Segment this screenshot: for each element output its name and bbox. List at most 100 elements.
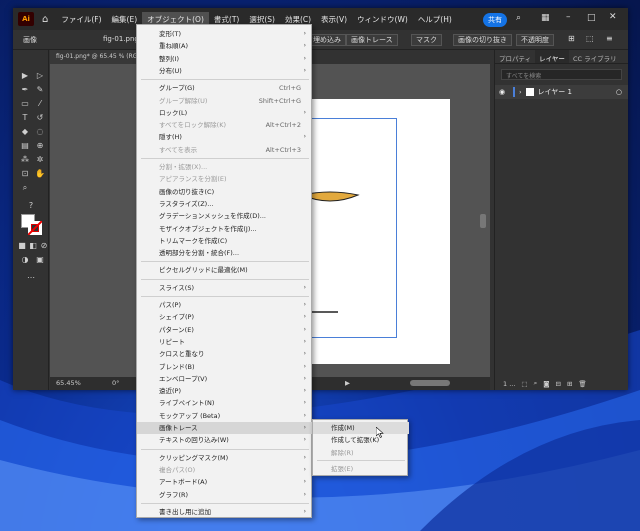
rectangle-tool-icon[interactable]: ▭: [19, 98, 31, 110]
object-menu-item[interactable]: 分割・拡張(X)...: [137, 161, 313, 173]
mesh-tool-icon[interactable]: ⊕: [34, 140, 46, 152]
zoom-tool-icon[interactable]: ⌕: [19, 182, 31, 194]
object-menu-item[interactable]: モザイクオブジェクトを作成(J)...: [137, 223, 313, 235]
object-menu-item[interactable]: ブレンド(B) ›: [137, 361, 313, 373]
trace-submenu-item[interactable]: 作成(M): [313, 422, 409, 434]
maximize-icon[interactable]: □: [587, 13, 596, 23]
object-menu-item[interactable]: テキストの回り込み(W) ›: [137, 434, 313, 446]
trace-submenu-item[interactable]: 拡張(E): [313, 463, 409, 475]
object-menu-item[interactable]: 分布(U) ›: [137, 65, 313, 77]
object-menu-item[interactable]: アートボード(A) ›: [137, 476, 313, 488]
search-icon[interactable]: ⌕: [516, 13, 521, 23]
trace-submenu-item[interactable]: 作成して拡張(K): [313, 434, 409, 446]
object-menu-item[interactable]: シェイプ(P) ›: [137, 311, 313, 323]
horizontal-scrollbar[interactable]: [410, 380, 450, 386]
object-menu-item[interactable]: ロック(L) ›: [137, 107, 313, 119]
layer-search-input[interactable]: すべてを検索: [501, 69, 622, 80]
brush-tool-icon[interactable]: ⁄: [34, 98, 46, 110]
vertical-scrollbar[interactable]: [480, 214, 486, 228]
type-tool-icon[interactable]: T: [19, 112, 31, 124]
more-options-icon[interactable]: ≡: [606, 34, 613, 43]
object-menu-item[interactable]: 遠近(P) ›: [137, 385, 313, 397]
delete-layer-icon[interactable]: 🗑: [578, 380, 586, 388]
arrange-icon[interactable]: ▦: [541, 13, 550, 23]
new-sublayer-icon[interactable]: ⊟: [556, 380, 561, 388]
tab-cc-libraries[interactable]: CC ライブラリ: [569, 50, 621, 63]
home-icon[interactable]: ⌂: [42, 14, 48, 25]
hand-tool-icon[interactable]: ✋: [34, 168, 46, 180]
trace-submenu-item[interactable]: 解除(R): [313, 447, 409, 459]
menu-view[interactable]: 表示(V): [316, 12, 352, 27]
object-menu-item[interactable]: 透明部分を分割・統合(F)...: [137, 247, 313, 259]
object-menu-item[interactable]: 書き出し用に追加 ›: [137, 506, 313, 518]
object-menu-item[interactable]: グループ解除(U) Shift+Ctrl+G: [137, 95, 313, 107]
opacity-button[interactable]: 不透明度: [516, 34, 554, 46]
artboard-tool-icon[interactable]: ⊡: [19, 168, 31, 180]
tab-properties[interactable]: プロパティ: [495, 50, 535, 63]
object-menu-item[interactable]: グループ(G) Ctrl+G: [137, 82, 313, 94]
collect-export-icon[interactable]: ⬚: [521, 380, 527, 388]
fill-stroke-swatches[interactable]: [21, 214, 43, 236]
rotate-view[interactable]: 0°: [112, 379, 119, 387]
symbol-tool-icon[interactable]: ✲: [34, 154, 46, 166]
align-icon[interactable]: ⊞: [568, 34, 575, 43]
object-menu-item[interactable]: ライブペイント(N) ›: [137, 397, 313, 409]
image-trace-button[interactable]: 画像トレース: [346, 34, 398, 46]
expand-chevron-icon[interactable]: ›: [519, 89, 521, 96]
object-menu-item[interactable]: 画像の切り抜き(C): [137, 186, 313, 198]
play-icon[interactable]: ▶: [345, 379, 350, 387]
object-menu-item[interactable]: パス(P) ›: [137, 299, 313, 311]
rotate-tool-icon[interactable]: ↺: [34, 112, 46, 124]
object-menu-item[interactable]: 複合パス(O) ›: [137, 464, 313, 476]
more-tools-icon[interactable]: ⋯: [25, 272, 37, 284]
new-layer-icon[interactable]: ⊞: [567, 380, 572, 388]
crop-image-button[interactable]: 画像の切り抜き: [453, 34, 512, 46]
menu-window[interactable]: ウィンドウ(W): [352, 12, 413, 27]
object-menu-item[interactable]: エンベロープ(V) ›: [137, 373, 313, 385]
object-menu-item[interactable]: すべてを表示 Alt+Ctrl+3: [137, 144, 313, 156]
object-menu-item[interactable]: クリッピングマスク(M) ›: [137, 452, 313, 464]
pen-tool-icon[interactable]: ✒: [19, 84, 31, 96]
gradient-tool-icon[interactable]: ▤: [19, 140, 31, 152]
help-icon[interactable]: ?: [25, 200, 37, 212]
object-menu-item[interactable]: 隠す(H) ›: [137, 131, 313, 143]
transform-icon[interactable]: ⬚: [586, 34, 594, 43]
layer-row[interactable]: ◉ › レイヤー 1 ○: [495, 85, 628, 99]
object-menu-item[interactable]: リピート ›: [137, 336, 313, 348]
close-icon[interactable]: ✕: [609, 12, 617, 22]
screen-mode-icon[interactable]: ▣: [34, 254, 46, 266]
direct-selection-tool-icon[interactable]: ▷: [34, 70, 46, 82]
visibility-eye-icon[interactable]: ◉: [499, 88, 505, 96]
pencil-tool-icon[interactable]: ✎: [34, 84, 46, 96]
eyedropper-tool-icon[interactable]: ⁂: [19, 154, 31, 166]
tab-layers[interactable]: レイヤー: [535, 50, 569, 63]
object-menu-item[interactable]: 変形(T) ›: [137, 28, 313, 40]
share-button[interactable]: 共有: [483, 13, 507, 27]
draw-mode-icon[interactable]: ◑: [19, 254, 31, 266]
object-menu-item[interactable]: モックアップ (Beta) ›: [137, 410, 313, 422]
document-tab[interactable]: fig-01.png* @ 65.45 % (RGB: [50, 50, 150, 64]
object-menu-item[interactable]: スライス(S) ›: [137, 282, 313, 294]
eraser-tool-icon[interactable]: ◆: [19, 126, 31, 138]
lasso-tool-icon[interactable]: ◌: [34, 126, 46, 138]
object-menu-item[interactable]: ラスタライズ(Z)...: [137, 198, 313, 210]
minimize-icon[interactable]: –: [566, 12, 571, 22]
object-menu-item[interactable]: クロスと重なり ›: [137, 348, 313, 360]
menu-file[interactable]: ファイル(F): [56, 12, 106, 27]
mask-button[interactable]: マスク: [411, 34, 442, 46]
target-circle-icon[interactable]: ○: [616, 88, 622, 96]
zoom-level[interactable]: 65.45%: [56, 379, 81, 387]
object-menu-item[interactable]: グラデーションメッシュを作成(D)...: [137, 210, 313, 222]
object-menu-item[interactable]: トリムマークを作成(C): [137, 235, 313, 247]
menu-help[interactable]: ヘルプ(H): [413, 12, 457, 27]
object-menu-item[interactable]: ピクセルグリッドに最適化(M): [137, 264, 313, 276]
object-menu-item[interactable]: パターン(E) ›: [137, 324, 313, 336]
object-menu-item[interactable]: アピアランスを分割(E): [137, 173, 313, 185]
layer-name[interactable]: レイヤー 1: [538, 87, 572, 97]
object-menu-item[interactable]: 整列(I) ›: [137, 53, 313, 65]
none-mode-icon[interactable]: ⊘: [38, 240, 50, 252]
selection-tool-icon[interactable]: ▶: [19, 70, 31, 82]
locate-object-icon[interactable]: ⌕: [534, 379, 538, 388]
clipping-mask-icon[interactable]: ◙: [543, 380, 549, 388]
object-menu-item[interactable]: 重ね順(A) ›: [137, 40, 313, 52]
